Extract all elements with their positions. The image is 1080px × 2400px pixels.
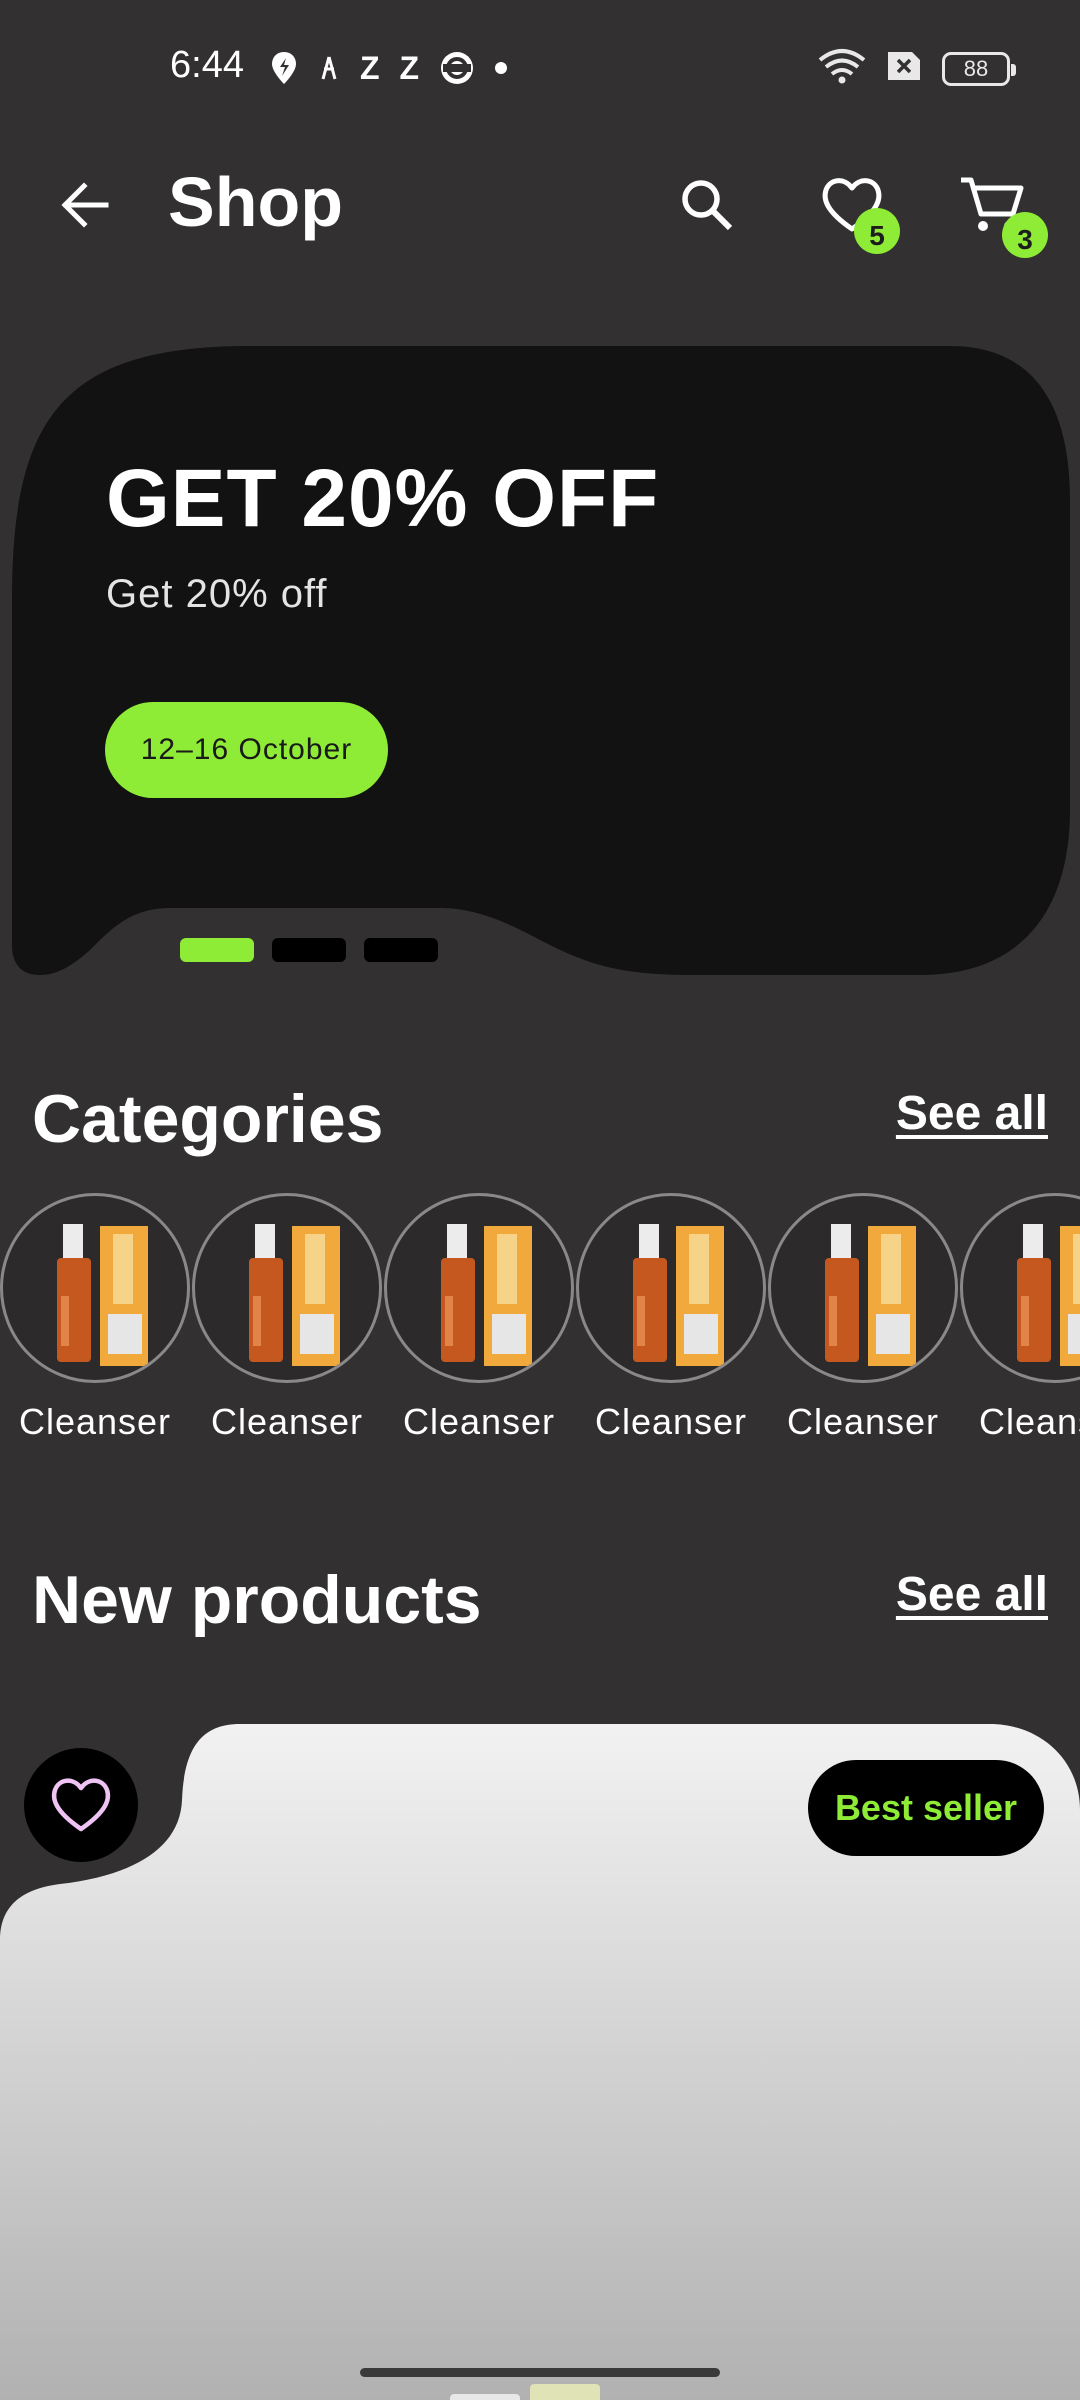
category-label: Cleanser (18, 1401, 172, 1442)
search-icon (682, 180, 733, 231)
sleep-notification-icon: Z (360, 49, 380, 86)
categories-header: Categories See all (0, 1080, 1080, 1170)
back-button[interactable] (40, 165, 130, 245)
new-products-header: New products See all (0, 1561, 1080, 1651)
category-thumbnail (0, 1193, 190, 1383)
category-label: Cleanser (594, 1401, 748, 1442)
category-item[interactable]: Cleanser (576, 1193, 766, 1443)
categories-title: Categories (32, 1081, 384, 1157)
pager-dot[interactable] (272, 938, 346, 962)
product-image-peek (450, 2384, 600, 2400)
category-label: Cleanser (786, 1401, 940, 1442)
best-seller-badge: Best seller (808, 1760, 1044, 1856)
promo-date-chip[interactable]: 12–16 October (105, 702, 388, 798)
no-sim-icon (886, 50, 922, 87)
status-bar: 6:44 Z Z 88 (0, 0, 1080, 136)
page-title: Shop (168, 163, 343, 241)
new-products-title: New products (32, 1562, 482, 1638)
home-indicator[interactable] (360, 2368, 720, 2377)
app-bar: Shop 5 3 (0, 140, 1080, 270)
category-label: Cleanser (210, 1401, 364, 1442)
battery-icon: 88 (942, 51, 1016, 86)
category-thumbnail (960, 1193, 1080, 1383)
status-right-icons: 88 (818, 48, 1016, 89)
categories-carousel[interactable]: Cleanser Cleanser Cleanser Cleanser Clea… (0, 1193, 1080, 1443)
arrow-back-icon (61, 182, 109, 228)
search-button[interactable] (657, 160, 757, 250)
promo-subtitle: Get 20% off (106, 572, 328, 616)
category-thumbnail (384, 1193, 574, 1383)
product-card[interactable]: Best seller (0, 1720, 1080, 2400)
category-label: Cleanser (978, 1401, 1080, 1442)
shop-screen: 6:44 Z Z 88 Shop 5 3 GET 20% OFF Get 20%… (0, 0, 1080, 2400)
category-item[interactable]: Cleanser (384, 1193, 574, 1443)
battery-level: 88 (963, 55, 989, 81)
promo-banner[interactable]: GET 20% OFF Get 20% off 12–16 October (0, 340, 1080, 980)
serum-bottle-image (1017, 1224, 1080, 1366)
serum-bottle-image (57, 1224, 148, 1366)
serum-bottle-image (249, 1224, 340, 1366)
favorite-button[interactable] (24, 1748, 138, 1862)
category-item[interactable]: Cleanser (0, 1193, 190, 1443)
banner-pager (180, 938, 438, 962)
more-notifications-dot-icon (495, 62, 508, 74)
wishlist-button[interactable]: 5 (802, 160, 902, 254)
category-label: Cleanser (402, 1401, 556, 1442)
cart-count-badge: 3 (1002, 212, 1048, 258)
serum-bottle-image (825, 1224, 916, 1366)
category-item[interactable]: Cleanser (960, 1193, 1080, 1443)
location-notification-icon (270, 50, 298, 86)
category-thumbnail (768, 1193, 958, 1383)
category-item[interactable]: Cleanser (768, 1193, 958, 1443)
new-products-see-all-link[interactable]: See all (896, 1567, 1048, 1622)
app-notification-icon (318, 53, 340, 83)
category-thumbnail (192, 1193, 382, 1383)
category-thumbnail (576, 1193, 766, 1383)
transit-notification-icon (439, 50, 475, 86)
sleep-notification-icon-2: Z (399, 49, 420, 86)
pager-dot-active[interactable] (180, 938, 254, 962)
wishlist-count-badge: 5 (854, 208, 900, 254)
wifi-icon (818, 48, 866, 89)
heart-outline-icon (51, 1778, 111, 1832)
promo-title: GET 20% OFF (106, 453, 660, 544)
promo-banner-background (12, 346, 1070, 975)
category-item[interactable]: Cleanser (192, 1193, 382, 1443)
status-time: 6:44 (170, 44, 244, 86)
serum-bottle-image (633, 1224, 724, 1366)
serum-bottle-image (441, 1224, 532, 1366)
cart-button[interactable]: 3 (942, 160, 1048, 258)
pager-dot[interactable] (364, 938, 438, 962)
categories-see-all-link[interactable]: See all (896, 1086, 1048, 1141)
notification-icons: Z Z (270, 46, 508, 90)
